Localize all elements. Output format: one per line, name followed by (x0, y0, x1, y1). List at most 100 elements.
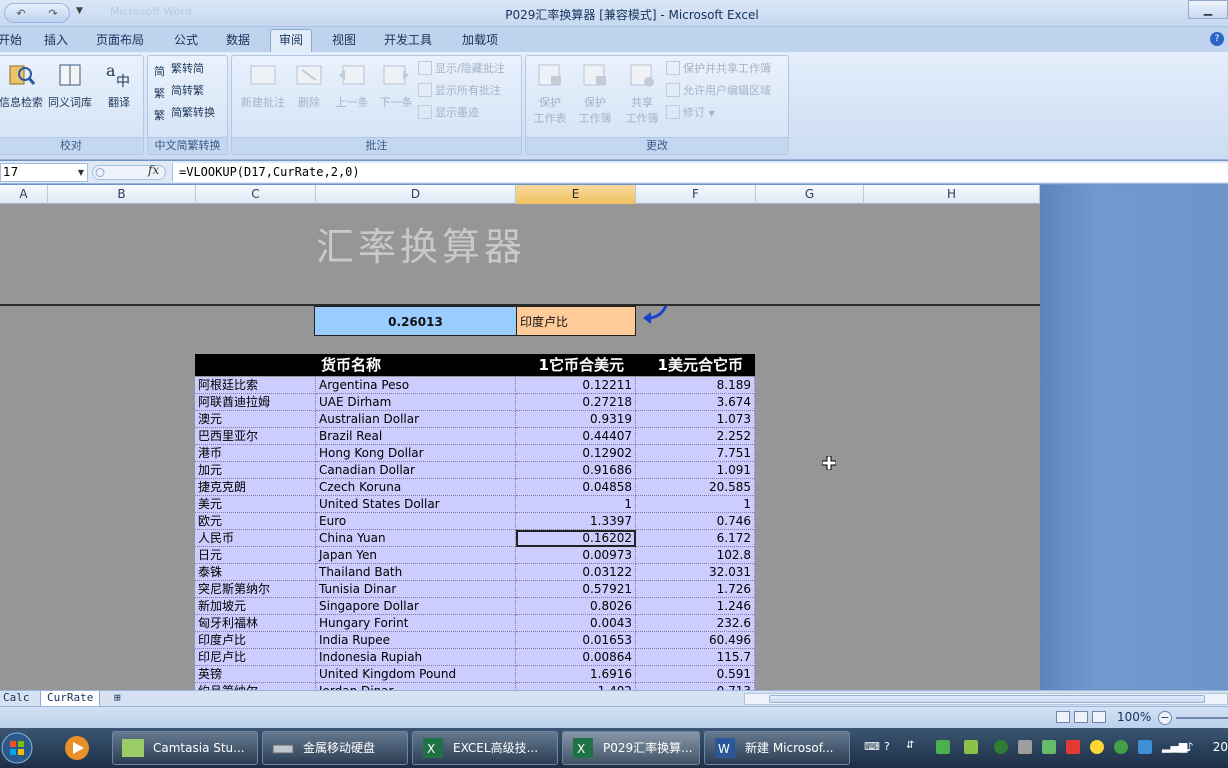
research-button[interactable]: 信息检索 (0, 60, 43, 110)
currency-name-cn-cell[interactable]: 英镑 (195, 666, 316, 683)
tab-page-layout[interactable]: 页面布局 (96, 31, 144, 52)
column-header-d[interactable]: D (316, 185, 516, 204)
chevron-down-icon[interactable]: ▼ (78, 164, 84, 181)
currency-name-cn-cell[interactable]: 匈牙利福林 (195, 615, 316, 632)
shield-icon[interactable] (994, 740, 1008, 754)
from-usd-cell[interactable]: 232.6 (636, 615, 755, 632)
delete-comment-button[interactable]: 删除 (292, 60, 326, 110)
from-usd-cell[interactable]: 20.585 (636, 479, 755, 496)
from-usd-cell[interactable]: 0.713 (636, 683, 755, 690)
tab-insert[interactable]: 插入 (44, 31, 68, 52)
currency-name-cn-cell[interactable]: 澳元 (195, 411, 316, 428)
currency-name-en-cell[interactable]: China Yuan (316, 530, 516, 547)
from-usd-cell[interactable]: 0.746 (636, 513, 755, 530)
to-usd-cell[interactable]: 0.12211 (516, 377, 636, 394)
from-usd-cell[interactable]: 1.073 (636, 411, 755, 428)
insert-function-icon[interactable]: fx (148, 163, 159, 177)
to-usd-cell[interactable]: 0.91686 (516, 462, 636, 479)
protect-share-workbook-button[interactable]: 保护并共享工作簿 (666, 60, 771, 78)
from-usd-cell[interactable]: 1.726 (636, 581, 755, 598)
currency-name-cn-cell[interactable]: 约旦第纳尔 (195, 683, 316, 690)
to-usd-cell[interactable]: 0.8026 (516, 598, 636, 615)
allow-edit-ranges-button[interactable]: 允许用户编辑区域 (666, 82, 771, 100)
horizontal-scrollbar[interactable] (744, 693, 1228, 705)
name-box[interactable]: 17 ▼ (0, 163, 88, 182)
currency-name-en-cell[interactable]: Czech Koruna (316, 479, 516, 496)
selected-currency-cell[interactable]: 印度卢比 (516, 306, 636, 336)
from-usd-cell[interactable]: 6.172 (636, 530, 755, 547)
currency-name-cn-cell[interactable]: 欧元 (195, 513, 316, 530)
currency-name-en-cell[interactable]: United Kingdom Pound (316, 666, 516, 683)
show-ink-button[interactable]: 显示墨迹 (418, 104, 479, 122)
from-usd-cell[interactable]: 0.591 (636, 666, 755, 683)
currency-name-en-cell[interactable]: UAE Dirham (316, 394, 516, 411)
battery-icon[interactable] (936, 740, 950, 754)
currency-name-cn-cell[interactable]: 泰铢 (195, 564, 316, 581)
taskbar-item-excel-tips[interactable]: X EXCEL高级技... (412, 731, 558, 765)
currency-name-en-cell[interactable]: India Rupee (316, 632, 516, 649)
signal-icon[interactable]: ▂▄▆ (1162, 740, 1187, 754)
currency-name-en-cell[interactable]: Thailand Bath (316, 564, 516, 581)
currency-name-cn-cell[interactable]: 印度卢比 (195, 632, 316, 649)
protect-workbook-button[interactable]: 保护 工作簿 (572, 60, 618, 126)
mute-icon[interactable] (1066, 740, 1080, 754)
formula-input[interactable]: =VLOOKUP(D17,CurRate,2,0) (172, 163, 1228, 182)
to-usd-cell[interactable]: 0.00973 (516, 547, 636, 564)
media-player-icon[interactable] (62, 733, 92, 763)
page-break-view-icon[interactable] (1092, 711, 1106, 723)
taskbar-item-word[interactable]: W 新建 Microsof... (704, 731, 850, 765)
trad-to-simp-button[interactable]: 简繁转简 (154, 60, 204, 78)
from-usd-cell[interactable]: 1 (636, 496, 755, 513)
to-usd-cell[interactable]: 0.12902 (516, 445, 636, 462)
to-usd-cell[interactable]: 1.6916 (516, 666, 636, 683)
translate-button[interactable]: a中 翻译 (99, 60, 139, 110)
tab-view[interactable]: 视图 (332, 31, 356, 52)
column-header-h[interactable]: H (864, 185, 1040, 204)
to-usd-cell[interactable]: 0.01653 (516, 632, 636, 649)
to-usd-cell[interactable]: 0.27218 (516, 394, 636, 411)
from-usd-cell[interactable]: 102.8 (636, 547, 755, 564)
currency-name-en-cell[interactable]: United States Dollar (316, 496, 516, 513)
show-hide-comment-button[interactable]: 显示/隐藏批注 (418, 60, 505, 78)
update-icon[interactable] (1090, 740, 1104, 754)
to-usd-cell[interactable]: 1.402 (516, 683, 636, 690)
to-usd-cell[interactable]: 0.03122 (516, 564, 636, 581)
to-usd-cell[interactable]: 0.16202 (516, 530, 636, 547)
scrollbar-thumb[interactable] (769, 695, 1205, 703)
sheet-tab-currate[interactable]: CurRate (40, 691, 101, 706)
sheet-tab-calc[interactable]: Calc (3, 691, 30, 706)
currency-name-en-cell[interactable]: Euro (316, 513, 516, 530)
currency-name-cn-cell[interactable]: 突尼斯第纳尔 (195, 581, 316, 598)
from-usd-cell[interactable]: 1.091 (636, 462, 755, 479)
to-usd-cell[interactable]: 0.00864 (516, 649, 636, 666)
selected-rate-cell[interactable]: 0.26013 (314, 306, 516, 336)
minimize-button[interactable]: ▁ (1188, 0, 1228, 19)
to-usd-cell[interactable]: 0.0043 (516, 615, 636, 632)
next-comment-button[interactable]: 下一条 (374, 60, 418, 110)
currency-name-cn-cell[interactable]: 日元 (195, 547, 316, 564)
column-header-c[interactable]: C (196, 185, 316, 204)
currency-name-cn-cell[interactable]: 捷克克朗 (195, 479, 316, 496)
currency-name-cn-cell[interactable]: 港币 (195, 445, 316, 462)
tab-home[interactable]: 开始 (0, 31, 22, 52)
currency-name-cn-cell[interactable]: 阿根廷比索 (195, 377, 316, 394)
from-usd-cell[interactable]: 60.496 (636, 632, 755, 649)
antivirus-icon[interactable] (1114, 740, 1128, 754)
taskbar-item-drive[interactable]: 金属移动硬盘 (262, 731, 408, 765)
shield-check-icon[interactable] (1138, 740, 1152, 754)
protect-sheet-button[interactable]: 保护 工作表 (528, 60, 572, 126)
currency-name-en-cell[interactable]: Tunisia Dinar (316, 581, 516, 598)
column-header-g[interactable]: G (756, 185, 864, 204)
tab-data[interactable]: 数据 (226, 31, 250, 52)
track-changes-button[interactable]: 修订 ▼ (666, 104, 715, 122)
currency-name-en-cell[interactable]: Hong Kong Dollar (316, 445, 516, 462)
currency-name-cn-cell[interactable]: 阿联酋迪拉姆 (195, 394, 316, 411)
currency-name-cn-cell[interactable]: 人民币 (195, 530, 316, 547)
column-header-e[interactable]: E (516, 185, 636, 204)
to-usd-cell[interactable]: 0.44407 (516, 428, 636, 445)
arrow-icon[interactable]: ⇵ (906, 740, 920, 754)
start-orb-icon[interactable] (0, 731, 34, 765)
page-layout-view-icon[interactable] (1074, 711, 1088, 723)
currency-name-en-cell[interactable]: Hungary Forint (316, 615, 516, 632)
currency-name-cn-cell[interactable]: 美元 (195, 496, 316, 513)
